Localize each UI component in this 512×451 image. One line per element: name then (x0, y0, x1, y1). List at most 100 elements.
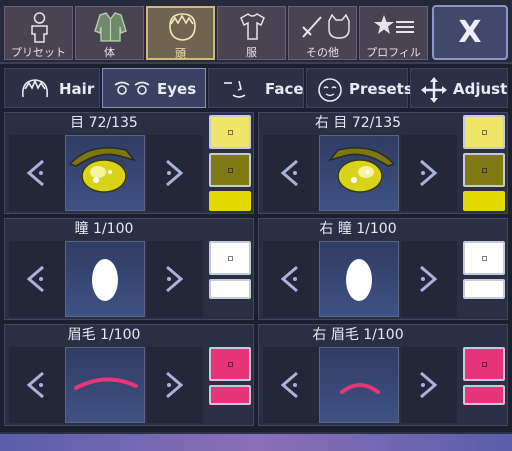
chevron-right-icon (166, 265, 184, 293)
tab-label: Face (265, 80, 304, 98)
panel-title: 右 眉毛 1/100 (312, 327, 404, 343)
eyebrow-shape-icon (340, 383, 380, 394)
bottom-bar (0, 432, 512, 451)
chevron-right-icon (420, 265, 438, 293)
eye-shape-icon (68, 147, 137, 193)
category-label: その他 (306, 46, 339, 59)
tab-label: Presets (349, 80, 413, 98)
pupil-shape-icon (346, 259, 372, 301)
close-button[interactable]: X (432, 5, 508, 60)
color-swatch[interactable] (209, 347, 251, 381)
category-other[interactable]: その他 (288, 6, 357, 60)
tab-adjust[interactable]: Adjust (410, 68, 508, 108)
color-swatch[interactable] (209, 191, 251, 211)
panel-title: 右 瞳 1/100 (319, 221, 397, 237)
category-bar: プリセット 体 頭 服 その他 プロフィル X (0, 0, 512, 64)
category-label: 服 (246, 46, 257, 59)
prev-button[interactable] (9, 241, 65, 317)
panel-title: 右 目 72/135 (314, 115, 402, 131)
next-button[interactable] (401, 347, 457, 423)
color-swatches (459, 219, 507, 319)
color-swatch[interactable] (463, 115, 505, 149)
move-arrows-icon (421, 77, 447, 103)
category-body[interactable]: 体 (75, 6, 144, 60)
jacket-icon (94, 12, 127, 42)
color-swatch[interactable] (463, 191, 505, 211)
color-swatches (459, 113, 507, 213)
prev-button[interactable] (9, 347, 65, 423)
tab-presets[interactable]: Presets (306, 68, 413, 108)
pupil-preview (65, 241, 145, 317)
shirt-icon (240, 13, 265, 40)
head-icon (169, 13, 196, 41)
pupil-shape-icon (92, 259, 118, 301)
panel-title: 眉毛 1/100 (67, 327, 141, 343)
eye-preview (319, 135, 399, 211)
color-swatch[interactable] (209, 279, 251, 299)
tab-label: Eyes (157, 80, 197, 98)
category-profile[interactable]: プロフィル (359, 6, 428, 60)
chevron-left-icon (26, 159, 44, 187)
sword-cat-icon (302, 13, 350, 39)
eye-preview (65, 135, 145, 211)
eye-shape-icon (327, 147, 396, 193)
chevron-left-icon (26, 265, 44, 293)
eye-left-panel: 目 72/135 (4, 112, 254, 214)
chevron-left-icon (280, 159, 298, 187)
brow-preview (65, 347, 145, 423)
brow-right-panel: 右 眉毛 1/100 (258, 324, 508, 426)
tab-eyes[interactable]: Eyes (102, 68, 206, 108)
panel-title: 目 72/135 (70, 115, 138, 131)
category-label: 体 (104, 46, 115, 59)
color-swatches (205, 113, 253, 213)
next-button[interactable] (147, 241, 203, 317)
tab-face[interactable]: Face (208, 68, 304, 108)
chevron-right-icon (166, 371, 184, 399)
tab-label: Adjust (453, 80, 508, 98)
star-list-icon (374, 15, 414, 34)
next-button[interactable] (147, 135, 203, 211)
prev-button[interactable] (263, 241, 319, 317)
pupil-preview (319, 241, 399, 317)
face-icon (224, 80, 246, 98)
color-swatch[interactable] (463, 241, 505, 275)
color-swatches (459, 325, 507, 425)
prev-button[interactable] (263, 135, 319, 211)
category-clothes[interactable]: 服 (217, 6, 286, 60)
color-swatch[interactable] (463, 385, 505, 405)
prev-button[interactable] (263, 347, 319, 423)
next-button[interactable] (147, 347, 203, 423)
prev-button[interactable] (9, 135, 65, 211)
color-swatch[interactable] (209, 115, 251, 149)
brow-preview (319, 347, 399, 423)
pupil-left-panel: 瞳 1/100 (4, 218, 254, 320)
tab-label: Hair (59, 80, 95, 98)
sub-tabs: Hair Eyes Face Presets Adjust (4, 68, 508, 108)
close-icon: X (458, 15, 482, 50)
chevron-left-icon (26, 371, 44, 399)
pupil-right-panel: 右 瞳 1/100 (258, 218, 508, 320)
hair-icon (21, 78, 49, 98)
color-swatch[interactable] (209, 385, 251, 405)
person-icon (31, 12, 48, 43)
category-head[interactable]: 頭 (146, 6, 215, 60)
eyebrow-shape-icon (74, 377, 138, 390)
next-button[interactable] (401, 135, 457, 211)
tab-hair[interactable]: Hair (4, 68, 100, 108)
color-swatch[interactable] (463, 153, 505, 187)
panel-title: 瞳 1/100 (74, 221, 134, 237)
color-swatch[interactable] (209, 241, 251, 275)
chevron-right-icon (420, 371, 438, 399)
brow-left-panel: 眉毛 1/100 (4, 324, 254, 426)
chevron-right-icon (420, 159, 438, 187)
color-swatch[interactable] (463, 279, 505, 299)
presets-face-icon (318, 78, 342, 102)
next-button[interactable] (401, 241, 457, 317)
category-presets[interactable]: プリセット (4, 6, 73, 60)
color-swatch[interactable] (463, 347, 505, 381)
chevron-left-icon (280, 371, 298, 399)
color-swatch[interactable] (209, 153, 251, 187)
eyes-icon (114, 81, 150, 95)
category-label: 頭 (175, 47, 186, 60)
category-label: プロフィル (366, 46, 421, 59)
